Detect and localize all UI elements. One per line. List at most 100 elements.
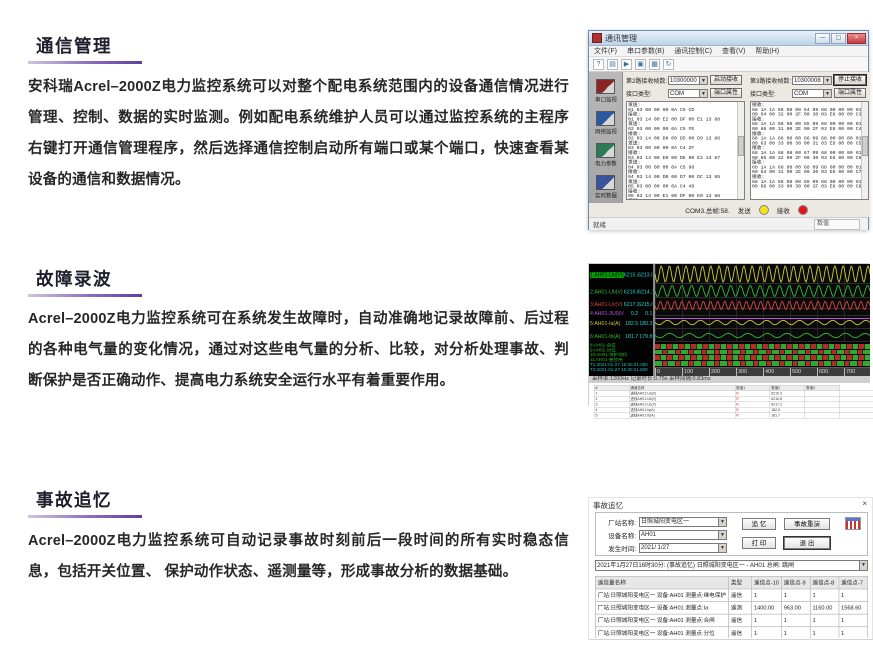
chevron-down-icon: ▼ — [699, 76, 707, 84]
event-select[interactable]: 2021年1月27日16时30分: (事故追忆) 日照城阳变电区一 - AH01… — [595, 560, 868, 571]
channel-row[interactable]: 2:AH01-Ub(V)6216.86214.1 — [590, 285, 653, 299]
start-icon[interactable]: ▶ — [621, 58, 632, 70]
field-label: 第3路接收帧数: — [750, 78, 792, 85]
recall-table-header[interactable]: 遥信点-9 — [780, 576, 811, 590]
channel-name: 4:AH01-3U0(V) — [590, 310, 624, 317]
field-combo[interactable]: AH01 ▼ — [639, 530, 727, 540]
open-icon[interactable]: ▤ — [607, 58, 618, 70]
menu-item[interactable]: 文件(F) — [589, 46, 622, 56]
sidebar-item-label: 实时数据 — [594, 194, 617, 200]
scrollbar[interactable] — [861, 102, 868, 199]
refresh-icon[interactable]: ↻ — [663, 58, 674, 70]
sidebar-item-label: 网络监视 — [594, 130, 617, 136]
grid-icon — [845, 517, 861, 530]
help-icon[interactable]: ? — [593, 58, 604, 70]
recall-table-row[interactable]: 厂站:日照城阳变电区一 设备:AH01 测量点:Ia 遥测 1400.00 963.0… — [595, 601, 868, 615]
port-button[interactable]: 启动接收 — [710, 75, 742, 85]
scrollbar[interactable] — [737, 102, 744, 199]
field-combo[interactable]: 日照城阳变电区一 ▼ — [639, 517, 727, 527]
dialog-button[interactable]: 事故重演 — [784, 518, 830, 530]
sidebar-item[interactable]: 串口监视 — [591, 79, 621, 104]
recall-table-cell: 1 — [838, 613, 868, 628]
sidebar-item[interactable]: 网络监视 — [591, 111, 621, 136]
recall-table-cell: 1 — [809, 626, 840, 638]
port-config-row: 第2路接收帧数: 10300000 ▼ 启动接收 — [626, 75, 743, 85]
recall-table-header[interactable]: 遥信点-8 — [809, 576, 840, 590]
recall-table-cell: 1 — [780, 626, 811, 638]
channel-row[interactable]: 3:AH01-Uc(V)6217.26215.6 — [590, 299, 653, 310]
port-button[interactable]: 停止接收 — [833, 74, 867, 86]
hex-data-listbox[interactable]: 发送: 01 03 00 00 00 0A C5 CD 接收: 01 03 14 00… — [626, 101, 745, 200]
recall-table-cell: 1 — [780, 588, 811, 602]
channel-row[interactable]: 6:AH01-Ib(A) 181.7 179.8 — [590, 330, 653, 343]
port-combo-value: 10300008 — [794, 77, 821, 84]
port-combo[interactable]: 10300008 ▼ — [792, 75, 832, 85]
field-combo[interactable]: 2021/ 1/27 ▼ — [639, 543, 727, 553]
window-icon[interactable]: ▦ — [649, 58, 660, 70]
menu-item[interactable]: 查看(V) — [717, 46, 750, 56]
recall-table-row[interactable]: 厂站:日照城阳变电区一 设备:AH01 测量点:继电保护遥信111111 — [595, 588, 868, 602]
wave-bottom-panel: # 通道名称 数值1 数值2 数值3 1 进线AH01:Ua(V) R 6215.3 2 进线AH0… — [589, 383, 873, 419]
table-row[interactable]: 5 进线AH01:Ib(A) R 181.7 — [594, 412, 873, 419]
recall-table-cell: 1 — [867, 626, 868, 638]
port-panel-left: 第2路接收帧数: 10300000 ▼ 启动接收 接口类型: COM ▼ 端口属性发送: 01 … — [625, 72, 745, 203]
maximize-button[interactable]: ▢ — [831, 33, 846, 44]
menu-item[interactable]: 帮助(H) — [750, 46, 784, 56]
dialog-field: 发生时间: 2021/ 1/27 ▼ — [600, 543, 727, 553]
channel-value-1: 6215.3 — [623, 272, 638, 278]
heading-underline — [28, 61, 142, 64]
axis-tick: 700 — [844, 368, 856, 376]
field-label: 接口类型: — [750, 91, 776, 98]
close-button[interactable]: × — [847, 33, 866, 44]
scrollbar-thumb[interactable] — [738, 135, 744, 156]
channel-value-2: 179.8 — [639, 333, 653, 340]
hex-data-listbox[interactable]: 接收: 68 1A 1A 68 08 00 64 09 68 00 00 00 0… — [750, 101, 869, 200]
recall-table-header[interactable]: 遥信量名称 — [595, 576, 729, 590]
channel-row[interactable]: 1:AH01-Ua(V)6215.36213.8 — [590, 265, 653, 285]
close-icon[interactable]: × — [862, 500, 867, 508]
recall-table-header[interactable]: 遥信点-6 — [867, 576, 868, 590]
channel-row[interactable]: 4:AH01-3U0(V) 0.2 0.1 — [590, 310, 653, 317]
recall-table-cell: 遥信 — [728, 626, 752, 638]
comm-manager-window: 通讯管理 — ▢ × 文件(F) 串口参数(B) 通讯控制(C) 查看(V) 帮助(H)… — [588, 30, 870, 230]
axis-tick: 400 — [763, 368, 775, 376]
waveform-strip — [655, 309, 870, 319]
port-button[interactable]: 端口属性 — [710, 88, 742, 98]
status-bar: 就绪 数值 — [589, 217, 868, 230]
save-icon[interactable]: ▣ — [635, 58, 646, 70]
window-titlebar: 通讯管理 — ▢ × — [589, 31, 868, 46]
port-config-row: 接口类型: COM ▼ 端口属性 — [626, 88, 743, 98]
scrollbar-thumb[interactable] — [862, 135, 868, 156]
dialog-button[interactable]: 退 出 — [783, 536, 831, 550]
port-combo[interactable]: COM ▼ — [792, 88, 832, 98]
recall-table-row[interactable]: 厂站:日照城阳变电区一 设备:AH01 测量点:合闸遥信111111 — [595, 613, 868, 628]
section-heading-wave: 故障录波 — [36, 269, 112, 289]
chevron-down-icon: ▼ — [718, 544, 726, 552]
minimize-button[interactable]: — — [815, 33, 830, 44]
sidebar-item[interactable]: 实时数据 — [591, 175, 621, 200]
axis-tick: 600 — [817, 368, 829, 376]
recall-table-cell: 1 — [838, 588, 868, 602]
field-label: 厂站名称: — [608, 520, 636, 527]
meter-icon — [596, 143, 615, 158]
channel-row[interactable]: 5:AH01-Ia(A) 182.5 180.3 — [590, 317, 653, 330]
dialog-button[interactable]: 打 印 — [742, 537, 776, 549]
port-combo[interactable]: 10300000 ▼ — [668, 75, 708, 85]
recall-table-row[interactable]: 厂站:日照城阳变电区一 设备:AH01 测量点:分位遥信111111 — [595, 626, 868, 638]
sidebar-item[interactable]: 电力参数 — [591, 143, 621, 168]
recall-table: 遥信量名称类型遥信点-10遥信点-9遥信点-8遥信点-7遥信点-6遥信点-5厂站… — [595, 576, 868, 638]
recall-table-header[interactable]: 遥信点-7 — [838, 576, 868, 590]
recall-table-cell: 1568.60 — [838, 601, 868, 615]
recall-table-header[interactable]: 类型 — [728, 576, 752, 590]
digital-signal-rows — [655, 344, 870, 367]
menu-item[interactable]: 串口参数(B) — [622, 46, 669, 56]
port-combo[interactable]: COM ▼ — [668, 88, 708, 98]
recall-table-header[interactable]: 遥信点-10 — [751, 576, 782, 590]
app-icon — [592, 33, 602, 43]
menu-item[interactable]: 通讯控制(C) — [669, 46, 717, 56]
dialog-button[interactable]: 追 忆 — [742, 518, 776, 530]
chevron-down-icon: ▼ — [823, 76, 831, 84]
recall-table-cell: 1 — [751, 626, 782, 638]
port-button[interactable]: 端口属性 — [834, 88, 866, 98]
realtime-data-icon — [596, 175, 615, 190]
